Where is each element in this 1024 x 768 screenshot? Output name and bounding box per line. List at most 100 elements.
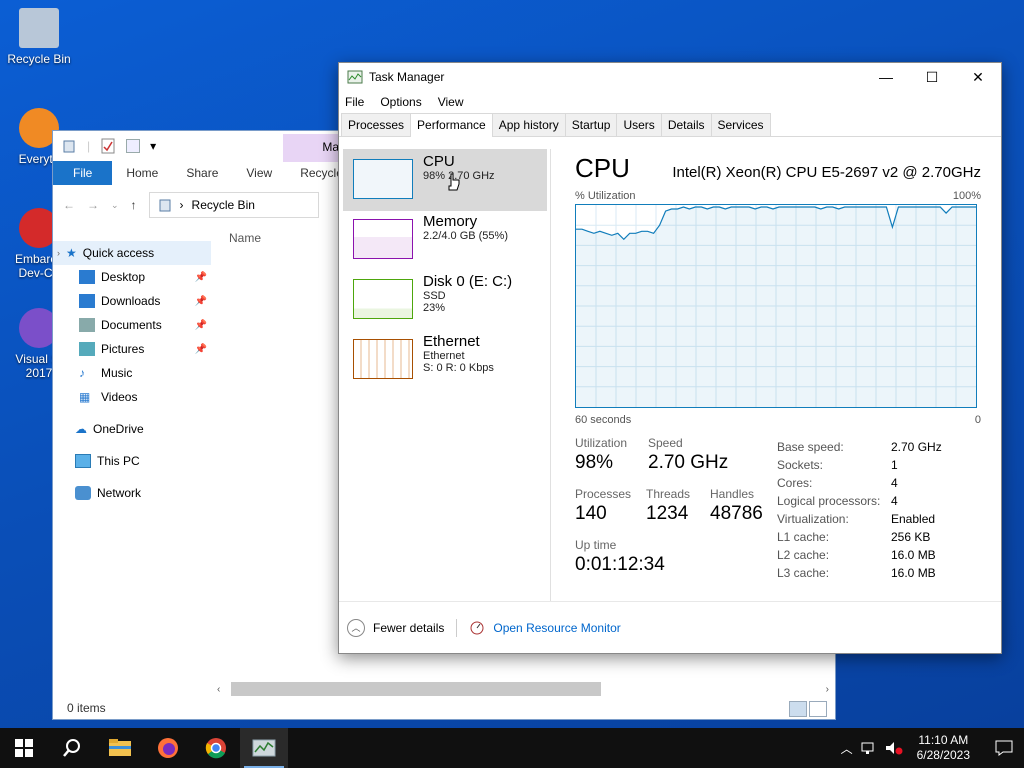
nav-item-music[interactable]: ♪ Music xyxy=(53,361,211,385)
resource-item-cpu[interactable]: CPU 98% 2.70 GHz xyxy=(343,149,547,211)
stat-speed-value: 2.70 GHz xyxy=(648,452,729,473)
ribbon-tab-share[interactable]: Share xyxy=(172,161,232,185)
forward-arrow-icon[interactable]: → xyxy=(87,198,99,212)
properties-icon[interactable] xyxy=(100,138,116,154)
spec-row: Sockets: 1 xyxy=(777,458,942,476)
network-status-icon[interactable] xyxy=(861,741,877,755)
scroll-left-icon[interactable]: ‹ xyxy=(217,684,220,695)
nav-quick-access[interactable]: › ★ Quick access xyxy=(53,241,211,265)
recycle-bin-small-icon xyxy=(63,140,75,153)
stat-handles: Handles 48786 xyxy=(710,487,763,525)
folder-icon xyxy=(109,739,131,756)
spec-key: L3 cache: xyxy=(777,566,830,580)
tab-services[interactable]: Services xyxy=(710,113,771,136)
open-resource-monitor-link[interactable]: Open Resource Monitor xyxy=(493,621,620,635)
taskbar-firefox[interactable] xyxy=(144,728,192,768)
details-view-icon[interactable] xyxy=(789,701,807,717)
taskbar-file-explorer[interactable] xyxy=(96,728,144,768)
resource-mini-graph xyxy=(353,219,413,259)
large-icons-view-icon[interactable] xyxy=(809,701,827,717)
scroll-right-icon[interactable]: › xyxy=(826,684,829,695)
pin-icon: 📌 xyxy=(194,271,207,283)
nav-item-documents[interactable]: Documents 📌 xyxy=(53,313,211,337)
nav-item-label: Music xyxy=(101,366,133,380)
task-manager-window[interactable]: Task Manager — ☐ ✕ File Options View Pro… xyxy=(338,62,1002,654)
chevron-up-icon[interactable]: ︿ xyxy=(347,618,365,637)
up-arrow-icon[interactable]: ↑ xyxy=(131,198,137,212)
nav-item-desktop[interactable]: Desktop 📌 xyxy=(53,265,211,289)
ribbon-tab-view[interactable]: View xyxy=(232,161,286,185)
spec-value: 256 KB xyxy=(891,530,931,544)
tab-users[interactable]: Users xyxy=(616,113,662,136)
nav-onedrive[interactable]: ☁ OneDrive xyxy=(53,417,211,441)
resource-item-memory[interactable]: Memory 2.2/4.0 GB (55%) xyxy=(343,209,547,271)
spec-row: Virtualization: Enabled xyxy=(777,512,942,530)
menu-file[interactable]: File xyxy=(345,95,364,109)
address-bar[interactable]: › Recycle Bin xyxy=(148,192,319,218)
resource-list: CPU 98% 2.70 GHz Memory 2.2/4.0 GB (55%) Dis… xyxy=(343,149,547,389)
tab-app-history[interactable]: App history xyxy=(491,113,566,136)
tab-details[interactable]: Details xyxy=(660,113,712,136)
customize-qa-icon[interactable]: ▾ xyxy=(150,139,156,153)
resource-detail: 98% 2.70 GHz xyxy=(423,170,495,182)
nav-item-pictures[interactable]: Pictures 📌 xyxy=(53,337,211,361)
address-text: Recycle Bin xyxy=(191,198,255,212)
horizontal-scrollbar[interactable]: ‹ › xyxy=(217,681,829,697)
minimize-button[interactable]: — xyxy=(863,69,909,86)
maximize-button[interactable]: ☐ xyxy=(909,69,955,86)
taskbar-chrome[interactable] xyxy=(192,728,240,768)
resource-mini-graph xyxy=(353,159,413,199)
stat-speed-label: Speed xyxy=(648,436,683,450)
spec-value: 16.0 MB xyxy=(891,566,936,580)
pin-icon: 📌 xyxy=(194,319,207,331)
star-icon: ★ xyxy=(66,246,77,260)
resource-item-disk[interactable]: Disk 0 (E: C:) SSD 23% xyxy=(343,269,547,331)
volume-muted-icon[interactable] xyxy=(885,741,903,755)
graph-zero-label: 0 xyxy=(974,414,981,426)
fewer-details-link[interactable]: Fewer details xyxy=(373,621,444,635)
desktop-icon-0[interactable]: Recycle Bin xyxy=(1,8,77,66)
start-button[interactable] xyxy=(0,728,48,768)
tab-startup[interactable]: Startup xyxy=(564,113,618,136)
menu-options[interactable]: Options xyxy=(380,95,421,109)
show-hidden-icons-chevron-icon[interactable]: ︿ xyxy=(841,740,853,757)
tab-performance[interactable]: Performance xyxy=(410,113,493,137)
ribbon-tab-home[interactable]: Home xyxy=(112,161,172,185)
pin-icon: 📌 xyxy=(194,295,207,307)
taskbar-task-manager[interactable] xyxy=(240,728,288,768)
column-header-name[interactable]: Name xyxy=(229,231,261,245)
ribbon-tab-file[interactable]: File xyxy=(53,161,113,185)
resource-mini-graph xyxy=(353,339,413,379)
nav-item-downloads[interactable]: Downloads 📌 xyxy=(53,289,211,313)
separator: | xyxy=(87,139,91,153)
manage-context-tab[interactable]: Ma xyxy=(283,134,343,162)
resource-item-ethernet[interactable]: Ethernet Ethernet S: 0 R: 0 Kbps xyxy=(343,329,547,391)
footer-separator xyxy=(456,618,458,637)
nav-item-label: Desktop xyxy=(101,270,146,284)
resource-monitor-icon xyxy=(470,621,484,634)
new-folder-icon[interactable] xyxy=(126,139,141,153)
nav-network[interactable]: Network xyxy=(53,481,211,505)
nav-this-pc[interactable]: This PC xyxy=(53,449,211,473)
task-manager-icon xyxy=(252,739,276,757)
search-button[interactable] xyxy=(48,728,96,768)
scrollbar-thumb[interactable] xyxy=(231,682,601,696)
stat-speed: Speed 2.70 GHz xyxy=(648,436,728,474)
close-button[interactable]: ✕ xyxy=(955,69,1001,86)
graph-max-label: 100% xyxy=(952,190,981,202)
stat-processes: Processes 140 xyxy=(575,487,631,525)
spec-row: Base speed: 2.70 GHz xyxy=(777,440,942,458)
recent-chevron-icon[interactable]: ⌄ xyxy=(111,200,119,211)
clock[interactable]: 11:10 AM 6/28/2023 xyxy=(911,733,976,763)
nav-item-videos[interactable]: ▦ Videos xyxy=(53,385,211,409)
title-bar[interactable]: Task Manager — ☐ ✕ xyxy=(339,63,1001,91)
stat-handles-value: 48786 xyxy=(710,503,763,524)
tab-processes[interactable]: Processes xyxy=(341,113,412,136)
action-center-button[interactable] xyxy=(984,728,1024,768)
nav-this-pc-label: This PC xyxy=(97,454,140,468)
notification-icon xyxy=(995,740,1013,756)
nav-onedrive-label: OneDrive xyxy=(93,422,144,436)
spec-row: L1 cache: 256 KB xyxy=(777,530,942,548)
menu-view[interactable]: View xyxy=(438,95,464,109)
back-arrow-icon[interactable]: ← xyxy=(63,198,75,212)
